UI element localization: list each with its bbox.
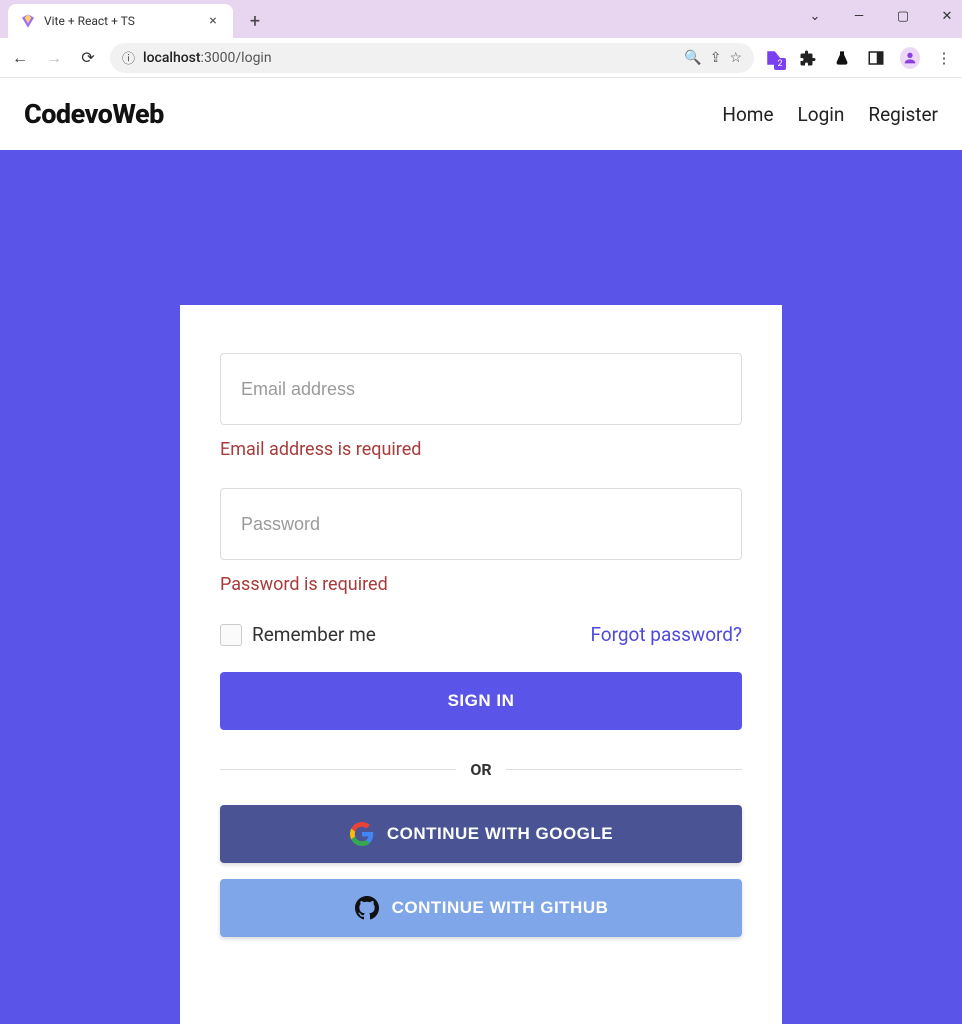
nav-login[interactable]: Login [798, 103, 845, 126]
remember-checkbox[interactable] [220, 624, 242, 646]
forgot-password-link[interactable]: Forgot password? [590, 623, 742, 646]
zoom-icon[interactable]: 🔍 [684, 50, 701, 66]
password-group: Password is required [220, 488, 742, 595]
panel-icon[interactable] [866, 48, 886, 68]
browser-tab[interactable]: Vite + React + TS × [8, 4, 233, 38]
login-card: Email address is required Password is re… [180, 305, 782, 1024]
new-tab-button[interactable]: + [241, 7, 269, 35]
back-button[interactable]: ← [8, 48, 32, 68]
primary-nav: Home Login Register [722, 103, 938, 126]
tab-title: Vite + React + TS [44, 14, 205, 28]
close-window-icon[interactable]: ✕ [938, 9, 956, 24]
kebab-menu-icon[interactable]: ⋮ [934, 48, 954, 68]
browser-toolbar: ← → ⟳ ⓘ localhost:3000/login 🔍 ⇪ ☆ 2 [0, 38, 962, 78]
share-icon[interactable]: ⇪ [710, 50, 722, 66]
caret-down-icon[interactable]: ⌄ [806, 9, 824, 24]
github-button-label: CONTINUE WITH GITHUB [392, 898, 609, 918]
sign-in-label: SIGN IN [448, 691, 515, 711]
extensions-puzzle-icon[interactable] [798, 48, 818, 68]
sign-in-button[interactable]: SIGN IN [220, 672, 742, 730]
extension-badge: 2 [774, 58, 786, 70]
email-input[interactable] [220, 353, 742, 425]
divider: OR [220, 760, 742, 779]
remember-label: Remember me [252, 623, 376, 646]
close-tab-icon[interactable]: × [205, 13, 221, 29]
continue-google-button[interactable]: CONTINUE WITH GOOGLE [220, 805, 742, 863]
remember-me[interactable]: Remember me [220, 623, 376, 646]
google-icon [349, 821, 375, 847]
hero-section: Email address is required Password is re… [0, 150, 962, 1024]
email-error: Email address is required [220, 439, 742, 460]
flask-icon[interactable] [832, 48, 852, 68]
favicon-icon [20, 13, 36, 29]
browser-titlebar: Vite + React + TS × + ⌄ — ▢ ✕ [0, 0, 962, 38]
url-text: localhost:3000/login [143, 50, 676, 66]
divider-label: OR [470, 760, 491, 779]
password-error: Password is required [220, 574, 742, 595]
google-button-label: CONTINUE WITH GOOGLE [387, 824, 613, 844]
site-logo[interactable]: CodevoWeb [24, 98, 164, 130]
extension-icon[interactable]: 2 [764, 48, 784, 68]
reload-button[interactable]: ⟳ [76, 48, 100, 67]
address-bar[interactable]: ⓘ localhost:3000/login 🔍 ⇪ ☆ [110, 43, 754, 73]
nav-register[interactable]: Register [868, 103, 938, 126]
minimize-icon[interactable]: — [850, 9, 868, 24]
continue-github-button[interactable]: CONTINUE WITH GITHUB [220, 879, 742, 937]
site-info-icon[interactable]: ⓘ [122, 48, 135, 67]
maximize-icon[interactable]: ▢ [894, 9, 912, 24]
bookmark-icon[interactable]: ☆ [729, 50, 742, 66]
site-header: CodevoWeb Home Login Register [0, 78, 962, 150]
github-icon [354, 895, 380, 921]
nav-home[interactable]: Home [722, 103, 773, 126]
password-input[interactable] [220, 488, 742, 560]
profile-avatar-icon[interactable] [900, 48, 920, 68]
email-group: Email address is required [220, 353, 742, 460]
forward-button[interactable]: → [42, 48, 66, 68]
